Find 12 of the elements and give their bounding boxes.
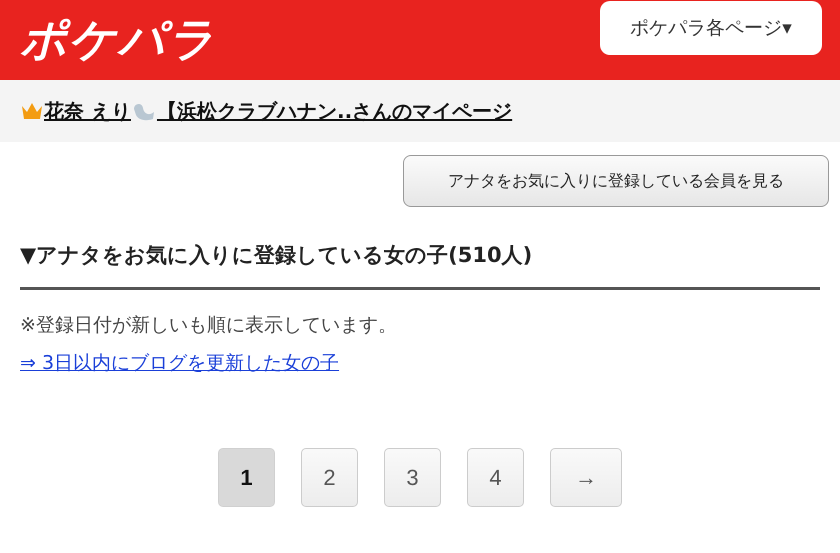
logo[interactable]: ポケパラ — [20, 9, 216, 71]
note-text: ※登録日付が新しいも順に表示しています。 — [20, 313, 398, 338]
blog-updated-link[interactable]: ⇒ 3日以内にブログを更新した女の子 — [20, 350, 340, 376]
section-heading: ▼アナタをお気に入りに登録している女の子(510人) — [20, 242, 534, 269]
view-members-button[interactable]: アナタをお気に入りに登録している会員を見る — [403, 155, 829, 207]
pages-menu-button[interactable]: ポケパラ各ページ▾ — [600, 0, 822, 54]
mypage-link[interactable]: 花奈 えり 【浜松クラブハナン..さんのマイページ — [20, 98, 512, 124]
page-button[interactable]: 1 — [218, 448, 275, 507]
page-button[interactable]: 2 — [301, 448, 358, 507]
page-button[interactable]: 3 — [384, 448, 441, 507]
page-button[interactable]: → — [550, 448, 622, 507]
page-button[interactable]: 4 — [467, 448, 524, 507]
